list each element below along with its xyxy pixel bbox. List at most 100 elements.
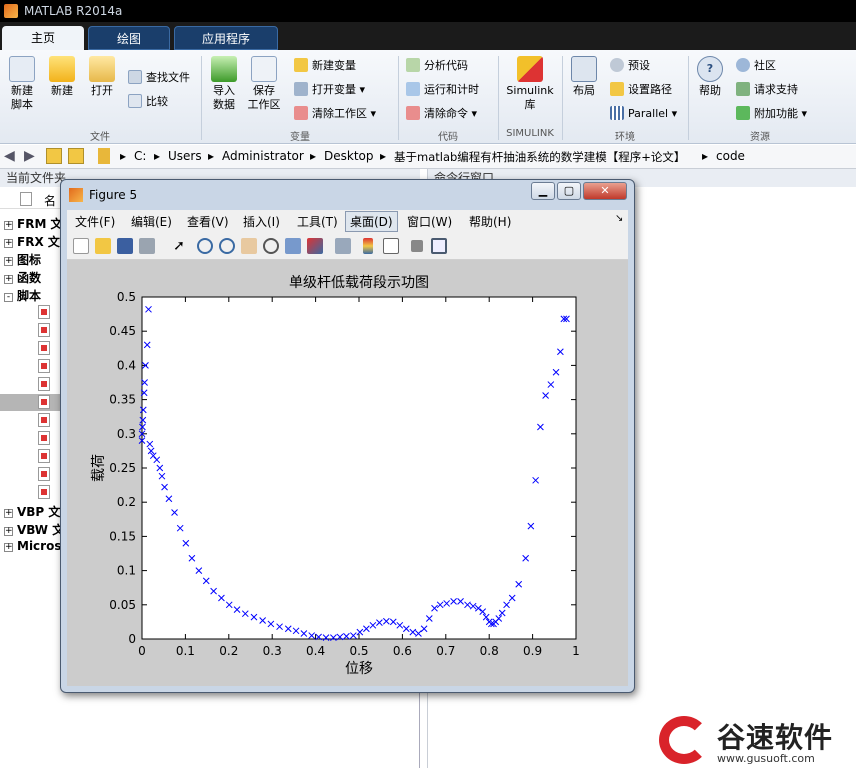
- tree-group[interactable]: + 图标: [4, 251, 41, 268]
- minimize-button[interactable]: ▁: [531, 182, 555, 200]
- path-separator: ▸: [154, 149, 161, 163]
- menu-desktop[interactable]: 桌面(D): [345, 211, 398, 232]
- menu-view[interactable]: 查看(V): [187, 213, 229, 230]
- pan-hand-icon[interactable]: [241, 238, 257, 254]
- tree-group[interactable]: + Micros: [4, 539, 61, 553]
- folder-path-icon: [610, 82, 624, 96]
- breadcrumb-item[interactable]: Users: [168, 149, 202, 163]
- tab-plots[interactable]: 绘图: [88, 26, 170, 50]
- x-tick-label: 0.5: [349, 644, 368, 658]
- save-icon[interactable]: [117, 238, 133, 254]
- menu-insert[interactable]: 插入(I): [243, 213, 280, 230]
- y-tick-label: 0.2: [117, 495, 136, 509]
- script-file-icon[interactable]: [38, 359, 50, 373]
- browse-folder-icon[interactable]: [68, 148, 84, 164]
- script-file-icon[interactable]: [38, 341, 50, 355]
- script-file-icon[interactable]: [38, 431, 50, 445]
- breadcrumb-item[interactable]: code: [716, 149, 745, 163]
- analyze-code-button[interactable]: 分析代码: [406, 56, 468, 76]
- find-files-button[interactable]: 查找文件: [128, 68, 190, 88]
- save-workspace-button[interactable]: 保存 工作区: [244, 56, 284, 112]
- column-name-header[interactable]: 名: [44, 192, 56, 209]
- breadcrumb-item[interactable]: Desktop: [324, 149, 374, 163]
- menu-file[interactable]: 文件(F): [75, 213, 115, 230]
- data-cursor-icon[interactable]: [285, 238, 301, 254]
- script-file-icon[interactable]: [38, 305, 50, 319]
- zoom-out-icon[interactable]: [219, 238, 235, 254]
- new-variable-button[interactable]: 新建变量: [294, 56, 356, 76]
- pointer-icon[interactable]: ➚: [171, 238, 187, 254]
- breadcrumb-item[interactable]: Administrator: [222, 149, 304, 163]
- add-ons-button[interactable]: 附加功能 ▾: [736, 104, 807, 124]
- breadcrumb-item[interactable]: 基于matlab编程有杆抽油系统的数学建模【程序+论文】: [394, 149, 685, 165]
- close-button[interactable]: ✕: [583, 182, 627, 200]
- print-icon[interactable]: [139, 238, 155, 254]
- brush-icon[interactable]: [307, 238, 323, 254]
- link-plot-icon[interactable]: [335, 238, 351, 254]
- clear-commands-label: 清除命令: [424, 107, 468, 120]
- tree-group[interactable]: + VBW 文: [4, 521, 64, 538]
- simulink-library-button[interactable]: Simulink 库: [504, 56, 556, 112]
- script-file-icon[interactable]: [38, 467, 50, 481]
- preferences-button[interactable]: 预设: [610, 56, 650, 76]
- up-folder-icon[interactable]: [46, 148, 62, 164]
- request-support-button[interactable]: 请求支持: [736, 80, 798, 100]
- menu-window[interactable]: 窗口(W): [407, 213, 452, 230]
- script-file-icon[interactable]: [38, 323, 50, 337]
- colorbar-icon[interactable]: [363, 238, 373, 254]
- script-file-icon[interactable]: [38, 485, 50, 499]
- tree-group[interactable]: + FRX 文: [4, 233, 60, 250]
- tab-apps[interactable]: 应用程序: [174, 26, 278, 50]
- script-file-icon[interactable]: [38, 413, 50, 427]
- new-button[interactable]: 新建: [42, 56, 82, 98]
- menu-tools[interactable]: 工具(T): [297, 213, 338, 230]
- path-separator: ▸: [310, 149, 317, 163]
- open-variable-button[interactable]: 打开变量 ▾: [294, 80, 365, 100]
- tree-group[interactable]: + 函数: [4, 269, 41, 286]
- forward-arrow-icon[interactable]: ▶: [24, 148, 40, 164]
- run-and-time-button[interactable]: 运行和计时: [406, 80, 479, 100]
- layout-button[interactable]: 布局: [564, 56, 604, 98]
- watermark-url: www.gusuoft.com: [717, 752, 815, 765]
- parallel-button[interactable]: Parallel ▾: [610, 104, 677, 124]
- compare-button[interactable]: 比较: [128, 92, 168, 112]
- hide-plot-tools-icon[interactable]: [411, 240, 423, 252]
- open-file-icon[interactable]: [95, 238, 111, 254]
- breadcrumb-item[interactable]: C:: [134, 149, 146, 163]
- help-button[interactable]: ? 帮助: [690, 56, 730, 98]
- y-tick-label: 0.15: [109, 529, 136, 543]
- script-file-icon[interactable]: [38, 449, 50, 463]
- community-button[interactable]: 社区: [736, 56, 776, 76]
- chart-title: 单级杆低载荷段示功图: [289, 275, 429, 291]
- new-plus-icon: [49, 56, 75, 82]
- y-axis-label: 载荷: [91, 454, 107, 482]
- tree-label: FRM 文: [17, 217, 63, 231]
- script-file-icon[interactable]: [38, 395, 50, 409]
- tree-group[interactable]: + VBP 文: [4, 503, 60, 520]
- dock-arrow-icon[interactable]: ↘: [615, 213, 623, 224]
- new-figure-icon[interactable]: [73, 238, 89, 254]
- menu-edit[interactable]: 编辑(E): [131, 213, 172, 230]
- tree-group[interactable]: - 脚本: [4, 287, 41, 304]
- script-file-icon[interactable]: [38, 377, 50, 391]
- zoom-in-icon[interactable]: [197, 238, 213, 254]
- show-plot-tools-icon[interactable]: [431, 238, 447, 254]
- expand-icon: +: [4, 542, 13, 552]
- clear-commands-button[interactable]: 清除命令 ▾: [406, 104, 477, 124]
- legend-icon[interactable]: [383, 238, 399, 254]
- new-script-button[interactable]: 新建 脚本: [2, 56, 42, 112]
- back-arrow-icon[interactable]: ◀: [4, 148, 20, 164]
- gear-icon: [610, 58, 624, 72]
- group-label-code: 代码: [438, 132, 458, 143]
- maximize-button[interactable]: ▢: [557, 182, 581, 200]
- set-path-button[interactable]: 设置路径: [610, 80, 672, 100]
- open-button[interactable]: 打开: [82, 56, 122, 98]
- tab-home[interactable]: 主页: [2, 26, 84, 50]
- import-data-button[interactable]: 导入 数据: [204, 56, 244, 112]
- rotate-3d-icon[interactable]: [263, 238, 279, 254]
- clear-workspace-button[interactable]: 清除工作区 ▾: [294, 104, 376, 124]
- new-label: 新建: [51, 84, 73, 97]
- compare-label: 比较: [146, 95, 168, 108]
- tree-group[interactable]: + FRM 文: [4, 215, 63, 232]
- menu-help[interactable]: 帮助(H): [469, 213, 511, 230]
